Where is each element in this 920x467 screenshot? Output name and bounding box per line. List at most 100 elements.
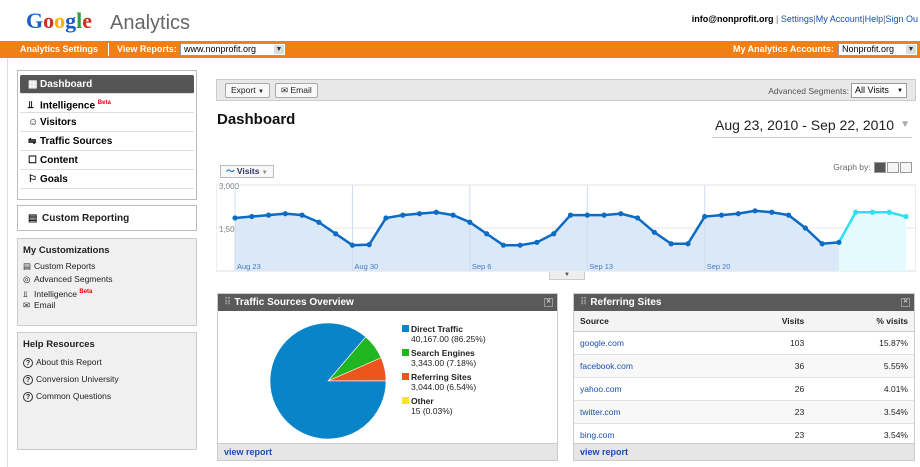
email-button[interactable]: ✉ Email <box>275 83 318 98</box>
y-tick-label: 3,000 <box>219 182 240 191</box>
legend-swatch <box>402 373 409 380</box>
pie-legend: Direct Traffic 40,167.00 (86.25%) Search E… <box>402 324 562 420</box>
settings-link[interactable]: Settings <box>781 14 814 24</box>
legend-item: Referring Sites 3,044.00 (6.54%) <box>402 372 562 392</box>
data-point <box>551 231 557 237</box>
sidebar-item-label: Goals <box>40 174 68 185</box>
question-icon: ? <box>23 392 33 402</box>
referring-sites-table: Source Visits % visits google.com 103 15.8… <box>574 311 914 447</box>
source-link[interactable]: facebook.com <box>574 354 729 378</box>
panel-header[interactable]: ⠿ Traffic Sources Overview ✕ <box>218 294 557 311</box>
document-icon: ▤ <box>23 261 32 271</box>
column-header[interactable]: Visits <box>728 311 811 332</box>
chevron-down-icon: ▼ <box>274 45 284 54</box>
sign-out-link[interactable]: Sign Ou <box>885 14 918 24</box>
sidebar-item-traffic-sources[interactable]: ⇋ Traffic Sources <box>20 132 194 151</box>
question-icon: ? <box>23 375 33 385</box>
account-bar: Analytics Settings View Reports: www.non… <box>0 41 920 58</box>
table-cell: 23 <box>728 400 811 424</box>
data-point <box>534 239 540 245</box>
data-point <box>718 212 725 218</box>
view-report-link[interactable]: view report <box>218 443 557 460</box>
legend-swatch <box>402 349 409 356</box>
analytics-settings-link[interactable]: Analytics Settings <box>20 44 98 54</box>
document-icon: ▤ <box>28 213 38 224</box>
close-icon[interactable]: ✕ <box>901 298 910 307</box>
advanced-segments-select[interactable]: All Visits ▼ <box>851 83 907 98</box>
table-row: twitter.com 23 3.54% <box>574 400 914 424</box>
data-point <box>769 209 775 215</box>
help-link[interactable]: Help <box>865 14 884 24</box>
view-reports-label: View Reports: <box>117 44 177 54</box>
sidebar-item-content[interactable]: ☐ Content <box>20 151 194 170</box>
data-point <box>383 215 389 221</box>
source-link[interactable]: yahoo.com <box>574 377 729 401</box>
sidebar-item-goals[interactable]: ⚐ Goals <box>20 170 194 189</box>
my-customizations: My Customizations ▤ Custom Reports ◎ Advan… <box>17 238 197 326</box>
table-cell: 36 <box>728 354 811 378</box>
legend-value: 3,343.00 (7.18%) <box>411 358 477 368</box>
legend-label: Referring Sites <box>411 372 472 382</box>
report-toolbar: Export ▼ ✉ Email Advanced Segments: All … <box>216 79 916 101</box>
email-link[interactable]: ✉ Email <box>23 299 191 312</box>
common-questions-link[interactable]: ? Common Questions <box>23 388 191 405</box>
referring-sites-panel: ⠿ Referring Sites ✕ Source Visits % visits… <box>573 293 915 461</box>
profile-select[interactable]: www.nonprofit.org ▼ <box>180 43 286 56</box>
collapse-chart-toggle[interactable]: ▼ <box>549 272 585 280</box>
source-link[interactable]: twitter.com <box>574 400 729 424</box>
page-left-edge <box>0 58 8 467</box>
data-point <box>601 212 607 218</box>
drag-handle-icon: ⠿ <box>580 297 588 308</box>
custom-reporting-link[interactable]: ▤ Custom Reporting <box>17 205 197 231</box>
table-cell: 103 <box>728 331 811 355</box>
table-cell: 26 <box>728 377 811 401</box>
line-chart[interactable]: 3,0001,500Aug 23 Aug 30 Sep 6 Sep 13 Sep 20 <box>216 163 916 273</box>
table-row: yahoo.com 26 4.01% <box>574 377 914 401</box>
bar-divider <box>108 43 109 56</box>
report-nav: ▦ Dashboard ⫫ Intelligence Beta ☺ Visitors ⇋ Tr… <box>17 70 197 200</box>
about-report-link[interactable]: ? About this Report <box>23 354 191 371</box>
data-point <box>333 231 339 237</box>
top-links: info@nonprofit.org | Settings|My Account… <box>691 14 918 24</box>
data-point <box>416 211 423 217</box>
account-select[interactable]: Nonprofit.org ▼ <box>838 43 918 56</box>
sidebar-item-label: Traffic Sources <box>40 136 113 147</box>
page-icon: ☐ <box>28 155 37 166</box>
source-link[interactable]: google.com <box>574 331 729 355</box>
legend-swatch <box>402 397 409 404</box>
legend-label: Other <box>411 396 434 406</box>
custom-reports-link[interactable]: ▤ Custom Reports <box>23 260 191 273</box>
date-range-picker[interactable]: Aug 23, 2010 - Sep 22, 2010 ▼ <box>712 114 912 138</box>
sidebar: ▦ Dashboard ⫫ Intelligence Beta ☺ Visitors ⇋ Tr… <box>17 70 197 450</box>
data-point <box>635 215 641 221</box>
sidebar-item-intelligence[interactable]: ⫫ Intelligence Beta <box>20 94 194 113</box>
export-button[interactable]: Export ▼ <box>225 83 270 98</box>
advanced-segments-label: Advanced Segments: <box>768 86 849 96</box>
advanced-segments-link[interactable]: ◎ Advanced Segments <box>23 273 191 286</box>
chevron-down-icon: ▼ <box>900 119 910 130</box>
page-title: Dashboard <box>217 111 296 128</box>
person-icon: ☺ <box>28 117 39 128</box>
x-tick-label: Aug 23 <box>237 262 261 271</box>
question-icon: ? <box>23 358 33 368</box>
close-icon[interactable]: ✕ <box>544 298 553 307</box>
envelope-icon: ✉ <box>23 300 31 310</box>
x-tick-label: Sep 20 <box>707 262 731 271</box>
data-point <box>567 212 574 218</box>
conversion-university-link[interactable]: ? Conversion University <box>23 371 191 388</box>
panel-header[interactable]: ⠿ Referring Sites ✕ <box>574 294 914 311</box>
sidebar-item-visitors[interactable]: ☺ Visitors <box>20 113 194 132</box>
column-header[interactable]: Source <box>574 311 729 332</box>
data-point <box>903 213 909 220</box>
data-point <box>400 212 406 218</box>
column-header[interactable]: % visits <box>810 311 914 332</box>
analytics-wordmark: Analytics <box>110 12 191 34</box>
sidebar-item-dashboard[interactable]: ▦ Dashboard <box>20 75 194 94</box>
my-account-link[interactable]: My Account <box>816 14 863 24</box>
table-row: facebook.com 36 5.55% <box>574 354 914 378</box>
intelligence-link[interactable]: ⫫ Intelligence Beta <box>23 286 191 299</box>
data-point <box>802 225 808 231</box>
google-logo[interactable]: Google <box>26 8 92 34</box>
view-report-link[interactable]: view report <box>574 443 914 460</box>
header: Google Analytics info@nonprofit.org | Se… <box>0 0 920 40</box>
